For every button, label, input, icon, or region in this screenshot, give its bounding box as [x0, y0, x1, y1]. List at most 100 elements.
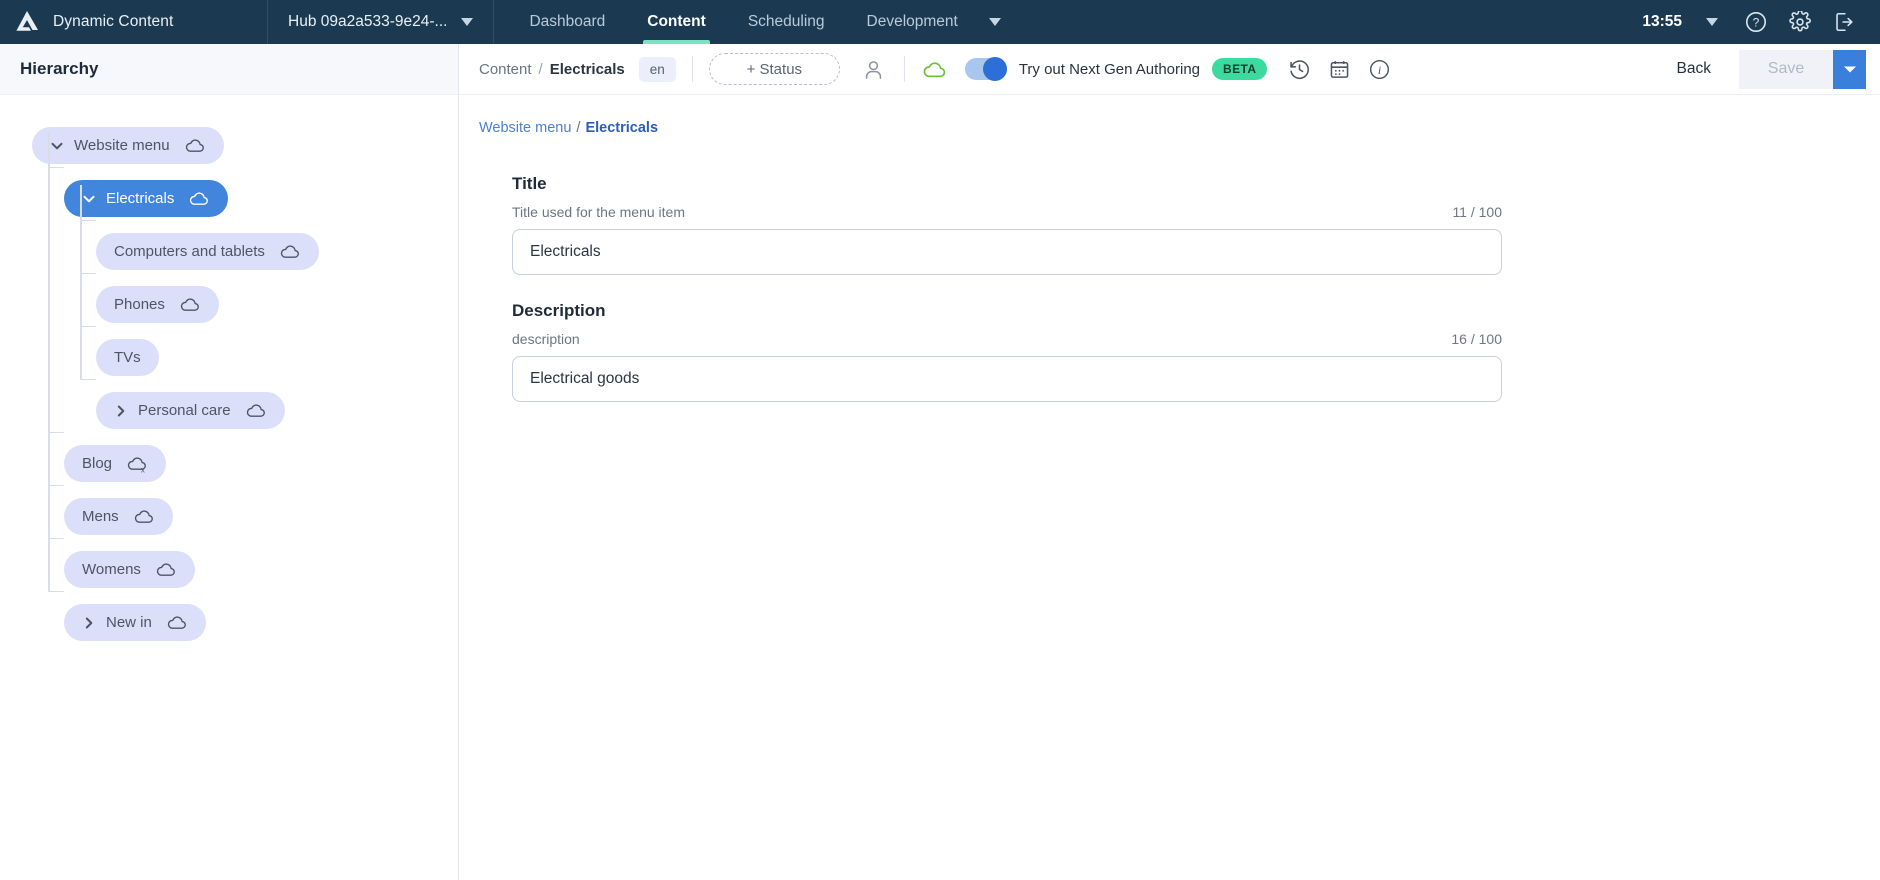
breadcrumb-root[interactable]: Content — [479, 61, 532, 78]
breadcrumb-separator: / — [538, 60, 543, 78]
chevron-down-icon[interactable] — [82, 192, 96, 206]
chevron-down-icon — [461, 18, 474, 26]
tab-dashboard-label: Dashboard — [529, 13, 606, 30]
amplience-logo-icon — [14, 9, 40, 35]
language-badge[interactable]: en — [638, 56, 676, 82]
clock-dropdown-button[interactable] — [1690, 0, 1734, 44]
help-button[interactable]: ? — [1734, 0, 1778, 44]
history-button[interactable] — [1279, 49, 1319, 89]
back-button[interactable]: Back — [1655, 60, 1733, 78]
tree-connector-line — [80, 219, 96, 221]
tree-node-electricals[interactable]: Electricals — [64, 180, 229, 217]
schedule-calendar-button[interactable] — [1319, 49, 1359, 89]
chevron-down-icon[interactable] — [50, 139, 64, 153]
next-gen-authoring-label: Try out Next Gen Authoring — [1018, 60, 1201, 78]
add-status-label: + Status — [746, 60, 803, 78]
field-description-help: description — [512, 331, 580, 347]
tree-connector-line — [80, 272, 96, 274]
beta-badge: BETA — [1212, 58, 1268, 80]
tree-node-mens[interactable]: Mens — [64, 498, 173, 535]
logout-button[interactable] — [1822, 0, 1866, 44]
save-button[interactable]: Save — [1739, 49, 1833, 89]
nav-overflow-button[interactable] — [979, 0, 1015, 44]
hierarchy-tree: Website menu Electricals Computers and tab… — [0, 95, 458, 880]
chevron-down-icon[interactable] — [82, 192, 96, 206]
tree-node-blog[interactable]: Blog x — [64, 445, 167, 482]
tree-node-label: Electricals — [106, 190, 175, 207]
cloud-icon — [246, 403, 265, 417]
cloud-icon — [180, 297, 199, 311]
main-panel: Content / Electricals en + Status Try ou… — [459, 44, 1880, 880]
title-input[interactable] — [512, 229, 1502, 275]
brand-area: Dynamic Content — [0, 0, 268, 44]
tree-node-tvs[interactable]: TVs — [96, 339, 159, 376]
tree-node-new-in[interactable]: New in — [64, 604, 206, 641]
tree-connector-line — [48, 590, 64, 592]
tree-connector-line — [48, 166, 64, 168]
chevron-right-icon[interactable] — [114, 404, 128, 418]
hub-label: Hub 09a2a533-9e24-... — [288, 13, 448, 30]
tree-node-phones[interactable]: Phones — [96, 286, 219, 323]
breadcrumb-current: Electricals — [549, 60, 625, 78]
cloud-icon — [188, 188, 210, 210]
tab-dashboard[interactable]: Dashboard — [508, 0, 626, 44]
cloud-icon — [167, 615, 186, 629]
tree-connector-line — [48, 484, 64, 486]
publish-status-button[interactable] — [915, 49, 955, 89]
toolbar-divider-2 — [903, 56, 905, 82]
tree-connector-line — [48, 431, 64, 433]
info-circle-icon: i — [1369, 59, 1389, 79]
chevron-right-icon[interactable] — [114, 404, 128, 418]
tree-node-website-menu[interactable]: Website menu — [32, 127, 224, 164]
cloud-icon — [134, 509, 153, 523]
calendar-icon — [1330, 60, 1349, 78]
chevron-right-icon[interactable] — [82, 616, 96, 630]
save-options-button[interactable] — [1833, 49, 1866, 89]
clock-display: 13:55 — [1642, 13, 1682, 30]
svg-text:i: i — [1378, 62, 1381, 76]
tree-node-womens[interactable]: Womens — [64, 551, 195, 588]
cloud-off-icon: x — [126, 453, 148, 475]
tree-connector-line — [80, 325, 96, 327]
chevron-down-icon — [988, 18, 1001, 26]
cloud-icon — [245, 400, 267, 422]
chevron-right-icon[interactable] — [82, 616, 96, 630]
toolbar-divider — [691, 56, 693, 82]
history-clock-icon — [1290, 59, 1309, 79]
tab-scheduling[interactable]: Scheduling — [727, 0, 846, 44]
info-button[interactable]: i — [1359, 49, 1399, 89]
add-status-button[interactable]: + Status — [708, 53, 840, 85]
content-form: Title Title used for the menu item 11 / … — [512, 174, 1502, 402]
content-breadcrumb-root[interactable]: Website menu — [479, 120, 571, 136]
tree-node-label: New in — [106, 614, 152, 631]
hierarchy-header: Hierarchy — [0, 44, 458, 95]
tree-node-label: Phones — [114, 296, 165, 313]
settings-button[interactable] — [1778, 0, 1822, 44]
tab-development[interactable]: Development — [846, 0, 979, 44]
cloud-icon — [166, 612, 188, 634]
hierarchy-sidebar: Hierarchy Website menu Electricals Compute… — [0, 44, 459, 880]
tree-node-computers-and-tablets[interactable]: Computers and tablets — [96, 233, 319, 270]
user-icon — [866, 60, 882, 79]
tree-node-label: Blog — [82, 455, 113, 472]
back-button-label: Back — [1676, 60, 1711, 77]
assignee-button[interactable] — [854, 49, 894, 89]
tab-content[interactable]: Content — [626, 0, 727, 44]
tree-node-label: Mens — [82, 508, 119, 525]
cloud-icon — [155, 559, 177, 581]
chevron-down-icon[interactable] — [50, 139, 64, 153]
tree-node-label: Womens — [82, 561, 141, 578]
cloud-icon — [279, 241, 301, 263]
app-body: Hierarchy Website menu Electricals Compute… — [0, 44, 1880, 880]
chevron-down-icon — [1843, 66, 1856, 72]
brand-name: Dynamic Content — [53, 13, 174, 30]
tree-node-label: TVs — [114, 349, 141, 366]
description-input[interactable] — [512, 356, 1502, 402]
tree-node-personal-care[interactable]: Personal care — [96, 392, 285, 429]
tree-node-label: Personal care — [138, 402, 231, 419]
hub-selector[interactable]: Hub 09a2a533-9e24-... — [268, 0, 495, 44]
svg-text:?: ? — [1753, 15, 1760, 29]
next-gen-authoring-toggle[interactable] — [964, 57, 1007, 81]
cloud-icon — [190, 191, 209, 205]
field-description-meta: description 16 / 100 — [512, 331, 1502, 347]
